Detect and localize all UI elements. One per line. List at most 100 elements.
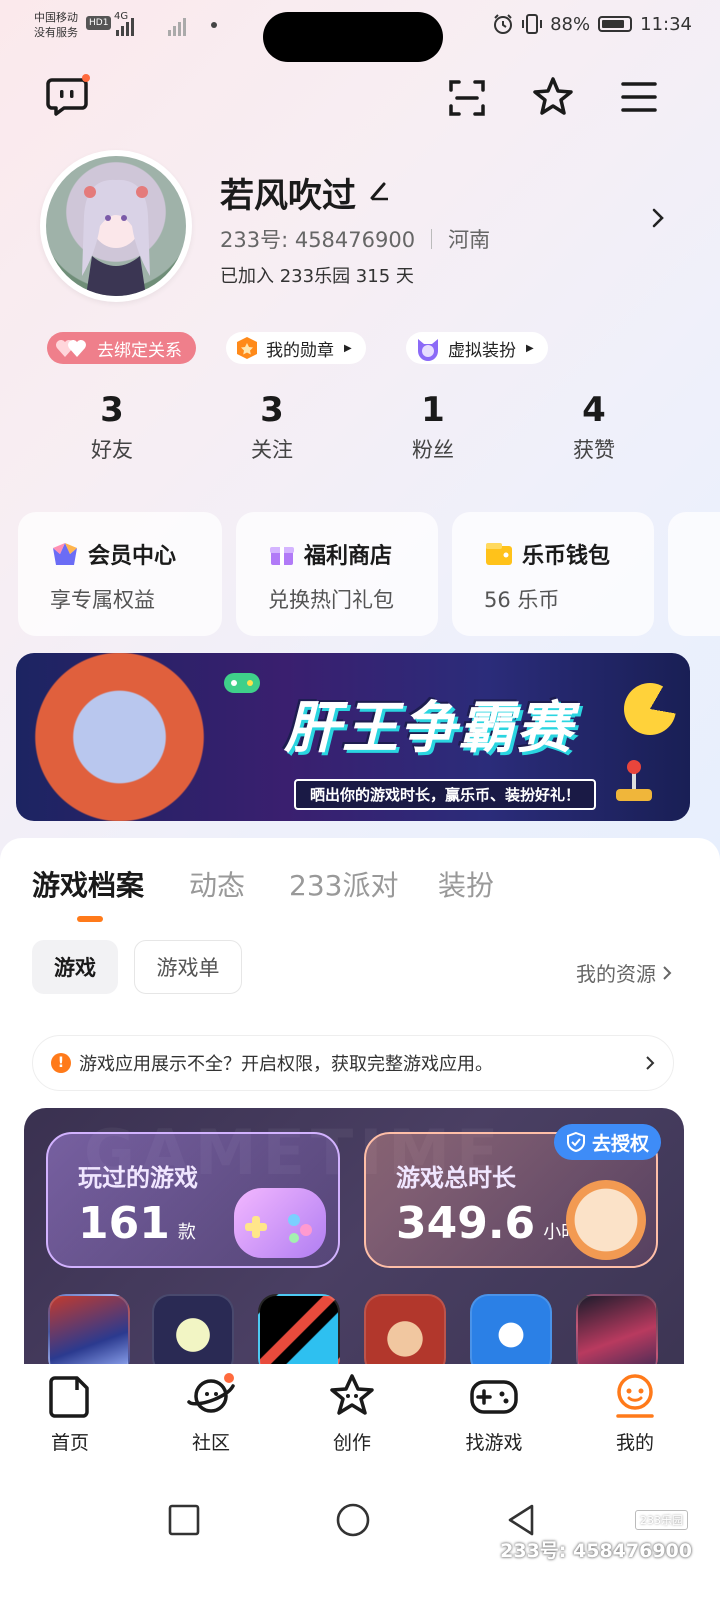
chevron-right-icon [646,1056,655,1070]
gamepad-icon [234,1188,326,1258]
cat-face-icon [418,339,438,361]
segment-game-lists[interactable]: 游戏单 [134,940,242,994]
camera-cutout [263,12,443,62]
profile-name: 若风吹过 [220,176,356,216]
nav-home[interactable]: 首页 [10,1372,130,1455]
create-star-icon [330,1374,374,1415]
nav-find-games[interactable]: 找游戏 [434,1372,554,1455]
event-banner[interactable]: 肝王争霸赛 晒出你的游戏时长，赢乐币、装扮好礼！ [16,653,690,821]
tab-activity[interactable]: 动态 [189,864,245,904]
nav-label: 我的 [615,1432,654,1454]
game-stats-card: GAMETIME 玩过的游戏 161款 游戏总时长 349.6小时 去授权 [24,1108,684,1378]
nav-create[interactable]: 创作 [292,1372,412,1455]
card-title: 会员中心 [88,544,177,569]
card-title: 乐币钱包 [522,544,611,569]
gamepad-sticker-icon [224,673,260,693]
system-navigation [0,1470,720,1600]
stat-fans[interactable]: 1 粉丝 [363,390,503,464]
welfare-store-card[interactable]: 福利商店 兑换热门礼包 [236,512,438,636]
battery-icon [598,16,633,32]
more-card-peek[interactable] [668,512,720,636]
menu-icon[interactable] [620,80,658,114]
played-games-value: 161 [78,1198,170,1249]
virtual-dressup-chip[interactable]: 虚拟装扮 ▶ [406,332,548,364]
shield-check-icon [567,1131,585,1153]
gamepad-icon [470,1380,518,1414]
chat-icon[interactable] [46,74,90,116]
authorize-button[interactable]: 去授权 [554,1124,662,1160]
vip-center-card[interactable]: 会员中心 享专属权益 [18,512,222,636]
warning-icon: ! [51,1053,71,1073]
lecoin-wallet-card[interactable]: 乐币钱包 56 乐币 [452,512,654,636]
avatar-image [46,156,186,296]
gift-icon [270,547,294,565]
home-circle-icon[interactable] [336,1503,370,1537]
caret-right-icon: ▶ [526,342,534,354]
carrier-status: 没有服务 [34,26,78,39]
playtime-value: 349.6 [396,1198,536,1249]
watermark-logo: 233乐园 [635,1510,688,1530]
tab-233-party[interactable]: 233派对 [289,864,398,904]
divider [431,229,433,249]
wallet-icon [486,543,512,565]
avatar[interactable] [40,150,192,302]
playtime-label: 游戏总时长 [396,1164,516,1192]
carrier-info: 中国移动 没有服务 [34,10,78,40]
recents-square-icon[interactable] [168,1504,200,1536]
my-badges-chip[interactable]: 我的勋章 ▶ [226,332,366,364]
hearts-icon [56,340,86,357]
alarm-icon [494,14,513,34]
profile-face-icon [616,1374,654,1418]
stat-label: 好友 [91,438,133,462]
banner-subtitle: 晒出你的游戏时长，赢乐币、装扮好礼！ [294,779,597,810]
profile-id-line: 233号: 458476900 河南 [220,224,490,254]
nav-label: 首页 [50,1432,89,1454]
signal-secondary-icon [168,16,186,36]
carrier-name: 中国移动 [34,11,78,24]
unbind-relation-chip[interactable]: 去绑定关系 [47,332,196,364]
badges-label: 我的勋章 [266,340,334,361]
star-icon[interactable] [532,76,574,118]
segment-games[interactable]: 游戏 [32,940,118,994]
notification-dot-icon [211,22,217,28]
authorize-label: 去授权 [592,1132,650,1155]
battery-percent: 88% [550,13,591,35]
notice-text: 游戏应用展示不全？开启权限，获取完整游戏应用。 [79,1054,493,1075]
unread-dot [82,74,90,82]
tab-game-archive[interactable]: 游戏档案 [32,864,144,904]
stat-label: 获赞 [573,438,615,462]
watermark-text: 233号: 458476900 [500,1540,692,1562]
stat-value: 3 [260,390,284,430]
chevron-right-icon [663,965,672,980]
nav-label: 创作 [332,1432,371,1454]
home-icon [49,1376,89,1418]
played-games-label: 玩过的游戏 [78,1164,198,1192]
permission-notice[interactable]: ! 游戏应用展示不全？开启权限，获取完整游戏应用。 [32,1035,674,1091]
stat-likes[interactable]: 4 获赞 [524,390,664,464]
back-triangle-icon[interactable] [506,1503,536,1537]
stat-friends[interactable]: 3 好友 [42,390,182,464]
active-tab-indicator [77,916,103,922]
crown-icon [53,543,77,565]
vibrate-icon [522,14,543,34]
profile-chevron-right-icon[interactable] [650,206,666,234]
pacman-icon [624,683,676,735]
my-resources-label: 我的资源 [576,962,656,986]
tab-dressup[interactable]: 装扮 [438,864,494,904]
stat-following[interactable]: 3 关注 [202,390,342,464]
bottom-navigation: 首页 社区 创作 找游戏 我的 [0,1364,720,1470]
my-resources-link[interactable]: 我的资源 [576,958,672,987]
scan-icon[interactable] [447,78,487,118]
card-subtitle: 享专属权益 [50,588,155,612]
edit-icon[interactable] [368,178,392,206]
nav-community[interactable]: 社区 [151,1372,271,1455]
played-games-box[interactable]: 玩过的游戏 161 款 [46,1132,340,1268]
nav-me[interactable]: 我的 [575,1372,695,1455]
played-games-value-row: 161 款 [78,1198,196,1249]
medal-icon [237,337,257,359]
banner-title: 肝王争霸赛 [284,696,574,761]
status-bar: 中国移动 没有服务 HD1 4G 88% 11:34 [0,0,720,62]
signal-icon [116,16,134,36]
stat-label: 粉丝 [412,438,454,462]
unbind-label: 去绑定关系 [97,340,182,361]
